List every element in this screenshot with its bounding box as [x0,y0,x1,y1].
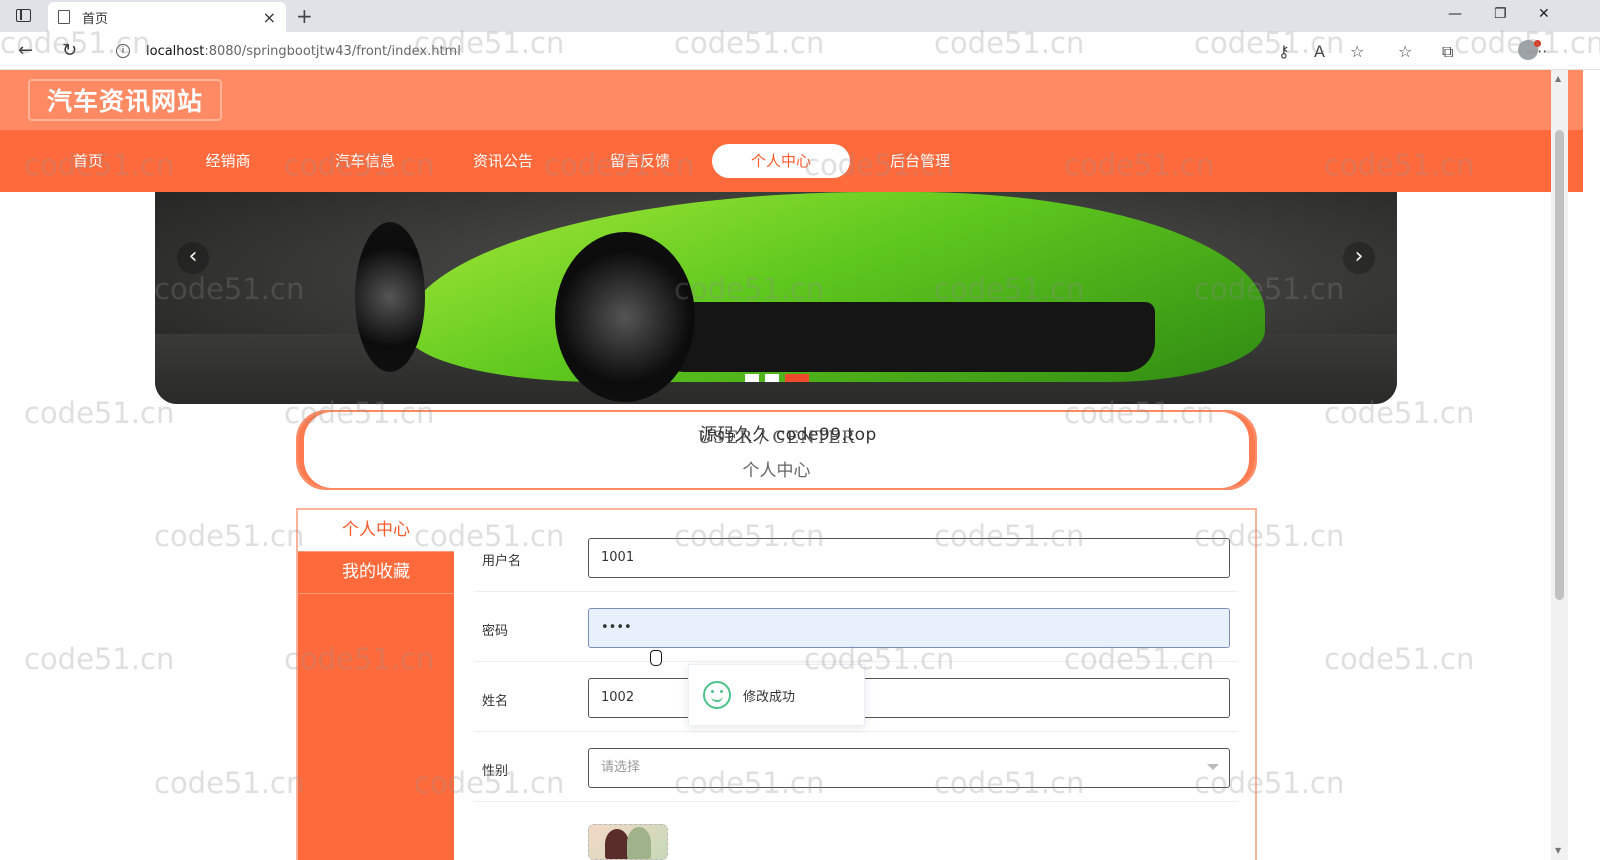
watermark: code51.cn [154,766,305,800]
watermark: code51.cn [24,642,175,676]
name-label: 姓名 [482,694,509,709]
side-menu-user-center[interactable]: 个人中心 [298,510,454,552]
new-tab-icon[interactable]: + [296,4,313,28]
favorites-icon[interactable]: ☆ [1398,42,1412,61]
restore-icon[interactable]: ❐ [1494,6,1507,22]
form-row-gender: 性别 请选择 [474,732,1238,802]
site-info-icon[interactable]: i [116,44,130,58]
key-icon[interactable]: ⚷ [1278,42,1290,61]
side-menu: 个人中心 我的收藏 [298,510,454,860]
read-aloud-icon[interactable]: A [1314,42,1325,61]
watermark: code51.cn [1324,642,1475,676]
sidebar-toggle-icon[interactable] [16,9,31,22]
main-nav: 首页 经销商 汽车信息 资讯公告 留言反馈 个人中心 后台管理 [0,130,1583,192]
overlay-watermark-text: 源码久久 code99.top [700,425,877,445]
carousel-prev-icon[interactable]: ‹ [177,242,209,274]
nav-dealers[interactable]: 经销商 [188,144,268,178]
page-scrollbar[interactable]: ▲ ▼ [1551,70,1568,860]
car-front-splitter [655,302,1155,372]
nav-admin[interactable]: 后台管理 [880,144,960,178]
gender-select[interactable]: 请选择 [588,748,1230,788]
carousel-indicators [745,374,809,382]
toast-message: 修改成功 [743,689,796,705]
watermark: code51.cn [154,519,305,553]
url-field[interactable]: i localhost :8080/springbootjtw43/front/… [100,37,1300,65]
password-input[interactable]: •••• [588,608,1230,648]
carousel-next-icon[interactable]: › [1343,242,1375,274]
gender-placeholder: 请选择 [601,760,641,775]
hand-cursor-icon [650,650,662,666]
scroll-up-icon[interactable]: ▲ [1555,74,1561,83]
carousel-dot[interactable] [765,374,779,382]
collections-icon[interactable]: ⧉ [1442,42,1453,62]
avatar-upload[interactable] [588,824,668,860]
add-favorite-icon[interactable]: ☆ [1350,42,1364,61]
watermark: code51.cn [24,396,175,430]
gender-label: 性别 [482,764,509,779]
site-logo[interactable]: 汽车资讯网站 [28,79,222,121]
nav-home[interactable]: 首页 [48,144,128,178]
scroll-down-icon[interactable]: ▼ [1555,846,1561,855]
address-bar: ← ↻ i localhost :8080/springbootjtw43/fr… [0,32,1600,70]
section-title-cn: 个人中心 [742,461,811,481]
avatar-image-part [627,827,651,859]
success-toast: 修改成功 [688,664,865,726]
username-input[interactable]: 1001 [588,538,1230,578]
close-tab-icon[interactable]: × [263,8,276,27]
url-host: localhost [146,43,205,59]
profile-avatar-icon[interactable] [1518,40,1541,60]
url-path: :8080/springbootjtw43/front/index.html [204,43,461,59]
nav-feedback[interactable]: 留言反馈 [600,144,680,178]
nav-user-center[interactable]: 个人中心 [712,144,850,178]
password-label: 密码 [482,624,509,639]
nav-news[interactable]: 资讯公告 [463,144,543,178]
smile-icon [703,681,731,709]
form-row-password: 密码 •••• [474,592,1238,662]
name-input[interactable]: 1002 [588,678,1230,718]
side-menu-favorites[interactable]: 我的收藏 [298,552,454,594]
form-row-username: 用户名 1001 [474,522,1238,592]
scroll-thumb[interactable] [1555,130,1564,600]
site-header: 汽车资讯网站 [0,70,1583,130]
minimize-icon[interactable]: — [1448,6,1462,22]
back-icon[interactable]: ← [18,40,33,61]
carousel-dot-active[interactable] [785,374,809,382]
window-close-icon[interactable]: ✕ [1538,6,1550,22]
avatar-image-part [605,829,629,859]
refresh-icon[interactable]: ↻ [62,40,77,61]
username-label: 用户名 [482,554,522,569]
nav-car-info[interactable]: 汽车信息 [325,144,405,178]
car-rear-wheel [355,222,425,372]
chevron-down-icon [1207,764,1219,770]
browser-tab-bar: 首页 × + — ❐ ✕ [0,0,1600,32]
carousel-dot[interactable] [745,374,759,382]
browser-tab[interactable]: 首页 × [48,2,286,32]
banner-carousel: ‹ › [155,192,1397,404]
page-icon [58,10,70,24]
tab-title: 首页 [82,11,109,27]
car-front-wheel [555,232,695,402]
